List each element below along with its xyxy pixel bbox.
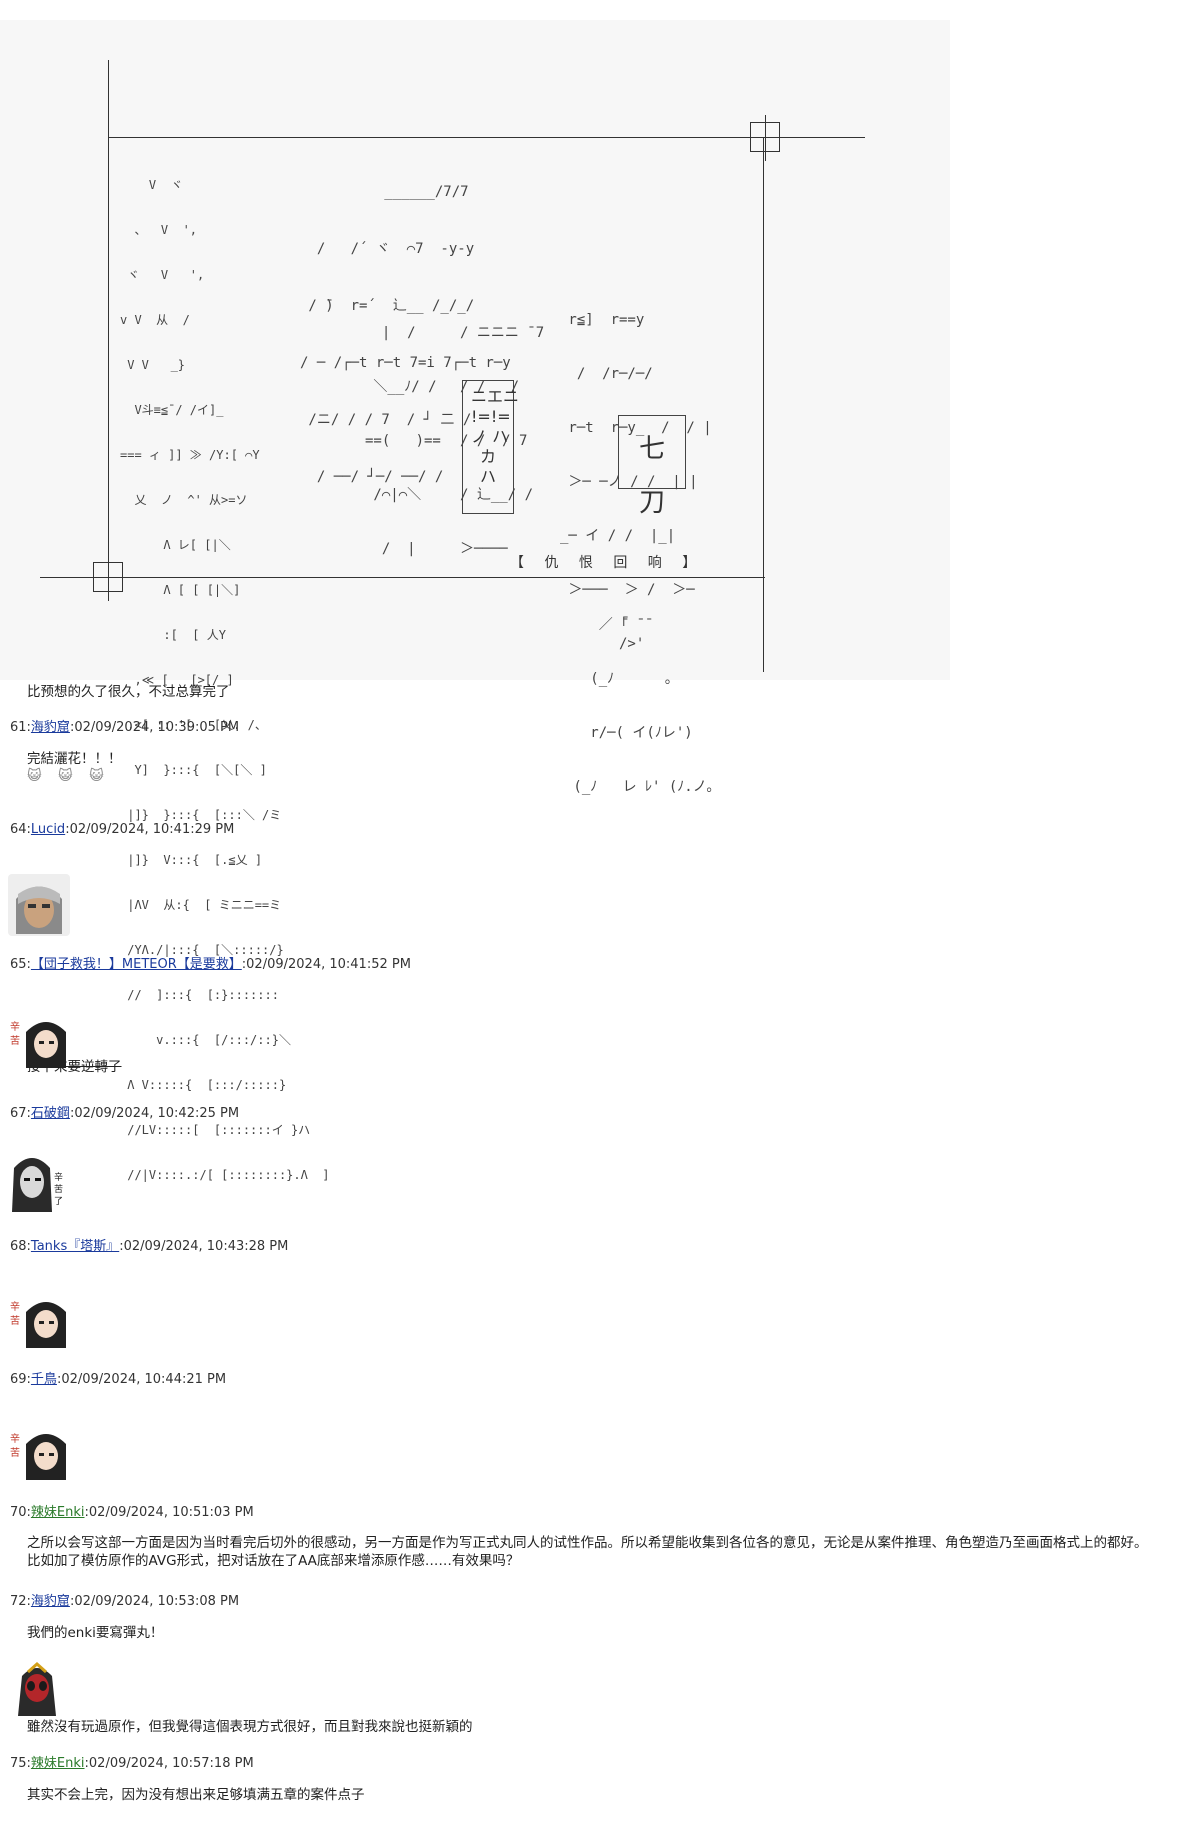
- aa-caption: 【 仇 恨 回 响 】: [510, 555, 705, 571]
- svg-text:辛: 辛: [10, 1432, 20, 1445]
- svg-text:苦: 苦: [54, 1183, 63, 1195]
- frame-left-line: [108, 60, 109, 560]
- poster-name-link[interactable]: 海豹窟: [31, 720, 70, 735]
- aa-art-panel: ______/7/7 / /´ ヾ ⌒7 -y-y / ̄) r=´ 辶__ /…: [0, 20, 950, 1182]
- svg-text:苦: 苦: [10, 1446, 20, 1459]
- post-timestamp: :02/09/2024, 10:42:25 PM: [69, 1106, 240, 1121]
- vertical-text-box-left: ニエニ !=!= ノ ハ カ ハ: [462, 380, 519, 514]
- post-body: 完結灑花！！！: [27, 751, 122, 767]
- poster-name-link[interactable]: 千鳥: [31, 1372, 57, 1387]
- post-body: 其实不会上完，因为没有想出来足够填满五章的案件点子: [27, 1787, 365, 1803]
- post-header: 72:海豹窟:02/09/2024, 10:53:08 PM: [10, 1590, 239, 1609]
- post-body: 接下來要逆轉了: [27, 1059, 122, 1075]
- post-timestamp: :02/09/2024, 10:44:21 PM: [56, 1372, 227, 1387]
- post-body: 比预想的久了很久，不过总算完了: [27, 684, 230, 700]
- svg-text:苦: 苦: [10, 1034, 20, 1047]
- poster-name-link[interactable]: 辣妹Enki: [31, 1756, 85, 1771]
- post-number: 75:: [10, 1756, 31, 1771]
- avatar: 辛 苦: [8, 1422, 68, 1482]
- post-number: 70:: [10, 1505, 31, 1520]
- avatar: [8, 874, 70, 936]
- post-number: 64:: [10, 822, 31, 837]
- avatar: 辛 苦 了: [8, 1150, 70, 1212]
- post-body: 雖然沒有玩過原作，但我覺得這個表現方式很好，而且對我來說也挺新穎的: [27, 1719, 473, 1735]
- svg-text:苦: 苦: [10, 1314, 20, 1327]
- post-header: 61:海豹窟:02/09/2024, 10:39:05 PM: [10, 716, 239, 735]
- post-body: 我們的enki要寫彈丸！: [27, 1625, 164, 1641]
- avatar: 辛 苦: [8, 1290, 68, 1350]
- poster-name-link[interactable]: 海豹窟: [31, 1594, 70, 1609]
- post-header: 69:千鳥:02/09/2024, 10:44:21 PM: [10, 1368, 226, 1387]
- poster-name-link[interactable]: 【団子救我！】METEOR【是要救】: [31, 957, 242, 972]
- post-header: 64:Lucid:02/09/2024, 10:41:29 PM: [10, 822, 234, 837]
- post-header: 70:辣妹Enki:02/09/2024, 10:51:03 PM: [10, 1501, 254, 1520]
- post-header: 75:辣妹Enki:02/09/2024, 10:57:18 PM: [10, 1752, 254, 1771]
- svg-text:辛: 辛: [10, 1020, 20, 1033]
- post-number: 68:: [10, 1239, 31, 1254]
- crosshair-top-right: [743, 115, 789, 161]
- post-timestamp: :02/09/2024, 10:57:18 PM: [84, 1756, 254, 1771]
- fin-art: ／ ̄｢ ̄ ̄ (_ﾉ 。 r/─( イ(ﾉレ') (_ﾉ レ ﾚ' (ﾉ.ノ…: [565, 617, 721, 795]
- post-number: 67:: [10, 1106, 31, 1121]
- post-number: 65:: [10, 957, 31, 972]
- post-header: 67:石破鋼:02/09/2024, 10:42:25 PM: [10, 1102, 239, 1121]
- svg-text:辛: 辛: [54, 1171, 63, 1183]
- vertical-text-box-right: 七刀: [618, 415, 686, 518]
- post-number: 69:: [10, 1372, 31, 1387]
- post-timestamp: :02/09/2024, 10:53:08 PM: [69, 1594, 240, 1609]
- svg-text:辛: 辛: [10, 1300, 20, 1313]
- crosshair-bottom-left: [86, 555, 132, 601]
- post-timestamp: :02/09/2024, 10:51:03 PM: [84, 1505, 254, 1520]
- avatar: [8, 1660, 66, 1718]
- post-timestamp: :02/09/2024, 10:41:52 PM: [241, 957, 411, 972]
- post-timestamp: :02/09/2024, 10:43:28 PM: [119, 1239, 289, 1254]
- post-number: 61:: [10, 720, 31, 735]
- svg-text:了: 了: [54, 1196, 63, 1207]
- post-timestamp: :02/09/2024, 10:41:29 PM: [65, 822, 235, 837]
- post-header: 65:【団子救我！】METEOR【是要救】:02/09/2024, 10:41:…: [10, 953, 411, 972]
- sun-art: | / ＼__ﾉ/ / ==( )== /⌒|⌒＼ / |: [365, 325, 441, 557]
- frame-right-line: [763, 137, 764, 672]
- post-header: 68:Tanks『塔斯』:02/09/2024, 10:43:28 PM: [10, 1235, 288, 1254]
- poster-name-link[interactable]: Lucid: [31, 822, 65, 837]
- post-number: 72:: [10, 1594, 31, 1609]
- post-timestamp: :02/09/2024, 10:39:05 PM: [69, 720, 240, 735]
- emoji-row: 😺 😺 😺: [27, 768, 110, 784]
- poster-name-link[interactable]: 辣妹Enki: [31, 1505, 85, 1520]
- poster-name-link[interactable]: 石破鋼: [31, 1106, 70, 1121]
- post-body: 之所以会写这部一方面是因为当时看完后切外的很感动，另一方面是作为写正式丸同人的试…: [27, 1535, 1148, 1569]
- tree-art: V ヾ 、 V ', ヾ V ', v V 从 / V V _} V斗≡≦¯/ …: [120, 178, 330, 1182]
- poster-name-link[interactable]: Tanks『塔斯』: [31, 1239, 119, 1254]
